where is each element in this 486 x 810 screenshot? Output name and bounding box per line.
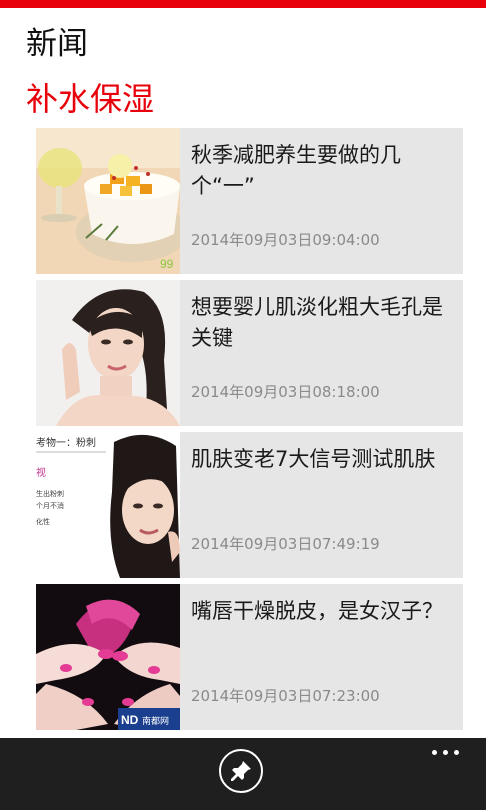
woman-portrait-image [36, 280, 180, 426]
more-dots-icon [443, 750, 448, 755]
app-title: 新闻 [26, 26, 88, 62]
thumb-caption-text: 化性 [36, 517, 50, 526]
thumb-caption-text: 考物一：粉刺 [36, 436, 96, 449]
article-title: 肌肤变老7大信号测试肌肤 [191, 447, 436, 471]
more-button[interactable] [430, 744, 462, 760]
article-list: 99 秋季减肥养生要做的几个“一” 2014年09月03日09:04:00 想要… [36, 128, 463, 736]
section-title: 补水保湿 [26, 80, 155, 118]
article-title: 秋季减肥养生要做的几个“一” [191, 143, 401, 198]
article-time: 2014年09月03日07:23:00 [191, 687, 380, 705]
article-time: 2014年09月03日08:18:00 [191, 383, 380, 401]
fruit-dessert-image: 99 [36, 128, 180, 274]
pink-nails-lips-image: ND 南都网 [36, 584, 180, 730]
article-time: 2014年09月03日09:04:00 [191, 231, 380, 249]
thumb-caption-text: 视 [36, 466, 46, 479]
more-dots-icon [454, 750, 459, 755]
article-item[interactable]: 考物一：粉刺 视 生出粉刺 个月不消 化性 肌肤变老7大信号测试肌肤 2014年… [36, 432, 463, 578]
article-title: 想要婴儿肌淡化粗大毛孔是关键 [191, 295, 443, 350]
woman-skin-chart-image: 考物一：粉刺 视 生出粉刺 个月不消 化性 [36, 432, 180, 578]
article-title: 嘴唇干燥脱皮，是女汉子？ [191, 599, 443, 623]
pin-icon [231, 761, 251, 781]
article-item[interactable]: 99 秋季减肥养生要做的几个“一” 2014年09月03日09:04:00 [36, 128, 463, 274]
article-item[interactable]: 想要婴儿肌淡化粗大毛孔是关键 2014年09月03日08:18:00 [36, 280, 463, 426]
article-time: 2014年09月03日07:49:19 [191, 535, 380, 553]
top-accent-bar [0, 0, 486, 8]
pin-button[interactable] [219, 749, 263, 793]
more-dots-icon [432, 750, 437, 755]
app-bar [0, 738, 486, 810]
thumb-caption-text: 生出粉刺 [36, 489, 64, 498]
thumb-caption-text: 个月不消 [36, 501, 64, 510]
thumb-logo-text: 南都网 [142, 715, 169, 727]
thumb-logo-text: ND [121, 713, 139, 727]
article-item[interactable]: ND 南都网 嘴唇干燥脱皮，是女汉子？ 2014年09月03日07:23:00 [36, 584, 463, 730]
svg-text:99: 99 [160, 257, 174, 271]
